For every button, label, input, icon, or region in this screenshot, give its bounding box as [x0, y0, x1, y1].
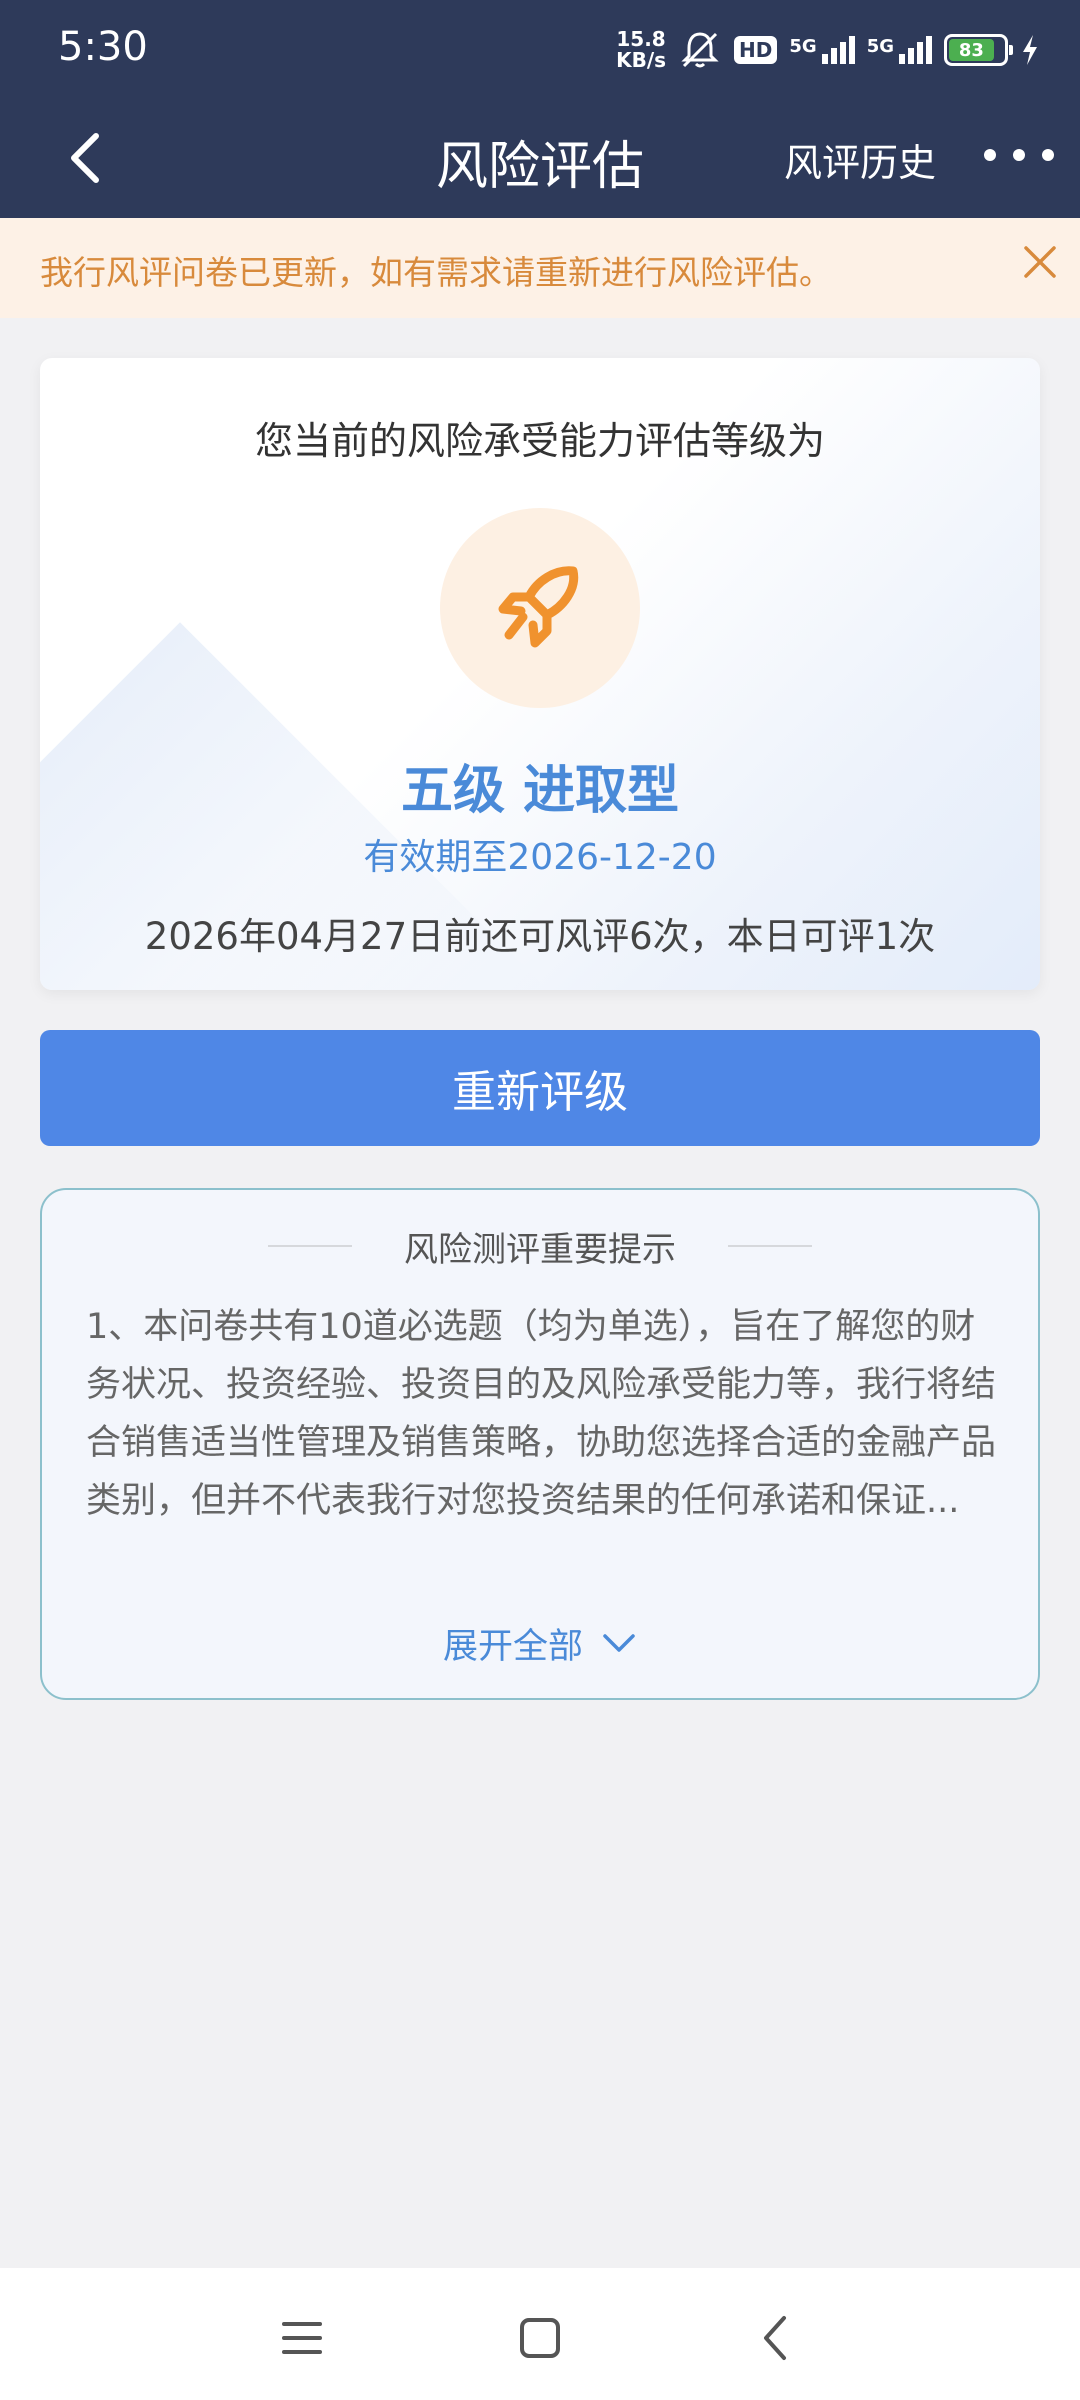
network-speed-value: 15.8	[616, 27, 666, 51]
hd-voice-badge: HD	[734, 36, 778, 64]
risk-grade-card: 您当前的风险承受能力评估等级为 五级 进取型 有效期至2026-12-20 20…	[40, 358, 1040, 990]
expand-all-label: 展开全部	[442, 1626, 583, 1667]
network-type-label: 5G	[789, 36, 817, 57]
signal-strength-1: 5G	[789, 36, 855, 64]
more-dot-icon	[1013, 149, 1025, 161]
risk-grade-level: 五级 进取型	[400, 761, 680, 821]
mute-bell-icon	[681, 32, 719, 68]
more-dot-icon	[1042, 149, 1054, 161]
grade-validity-date: 有效期至2026-12-20	[363, 837, 717, 878]
tips-header: 风险测评重要提示	[42, 1224, 1038, 1270]
system-back-icon[interactable]	[746, 2308, 806, 2368]
network-speed-unit: KB/s	[616, 48, 667, 72]
tips-body-text: 1、本问卷共有10道必选题（均为单选），旨在了解您的财务状况、投资经验、投资目的…	[86, 1307, 997, 1521]
rocket-icon	[498, 566, 579, 648]
more-menu-button[interactable]	[984, 130, 1054, 180]
chevron-down-icon	[603, 1634, 635, 1652]
divider-line	[728, 1245, 812, 1247]
remaining-assessments-text: 2026年04月27日前还可风评6次，本日可评1次	[144, 915, 936, 958]
important-tips-card: 风险测评重要提示 1、本问卷共有10道必选题（均为单选），旨在了解您的财务状况、…	[40, 1188, 1040, 1700]
status-bar: 5:30 15.8 KB/s HD 5G 5G 83	[0, 0, 1080, 100]
nav-bar: 风险评估 风评历史	[0, 100, 1080, 218]
network-speed: 15.8 KB/s	[616, 29, 666, 71]
notice-text: 我行风评问卷已更新，如有需求请重新进行风险评估。	[40, 253, 832, 292]
battery-icon: 83	[944, 34, 1013, 66]
close-notice-button[interactable]	[1018, 240, 1062, 284]
tips-title: 风险测评重要提示	[404, 1229, 676, 1270]
menu-icon[interactable]	[272, 2308, 332, 2368]
expand-all-button[interactable]: 展开全部	[42, 1618, 1038, 1668]
status-icons: 15.8 KB/s HD 5G 5G 83	[616, 22, 1040, 78]
home-icon[interactable]	[510, 2308, 570, 2368]
app-header: 5:30 15.8 KB/s HD 5G 5G 83 风险评估 风评历史	[0, 0, 1080, 218]
more-dot-icon	[984, 149, 996, 161]
regrade-button[interactable]: 重新评级	[40, 1030, 1040, 1146]
battery-level: 83	[949, 39, 994, 61]
risk-history-link[interactable]: 风评历史	[784, 132, 936, 187]
rocket-badge	[440, 508, 640, 708]
signal-strength-2: 5G	[867, 36, 932, 64]
divider-line	[268, 1245, 352, 1247]
update-notice-banner: 我行风评问卷已更新，如有需求请重新进行风险评估。	[0, 218, 1080, 318]
status-time: 5:30	[58, 24, 148, 70]
system-navigation-bar	[0, 2268, 1080, 2400]
charging-bolt-icon	[1023, 35, 1037, 65]
grade-card-title: 您当前的风险承受能力评估等级为	[254, 419, 825, 463]
network-type-label: 5G	[866, 36, 894, 57]
